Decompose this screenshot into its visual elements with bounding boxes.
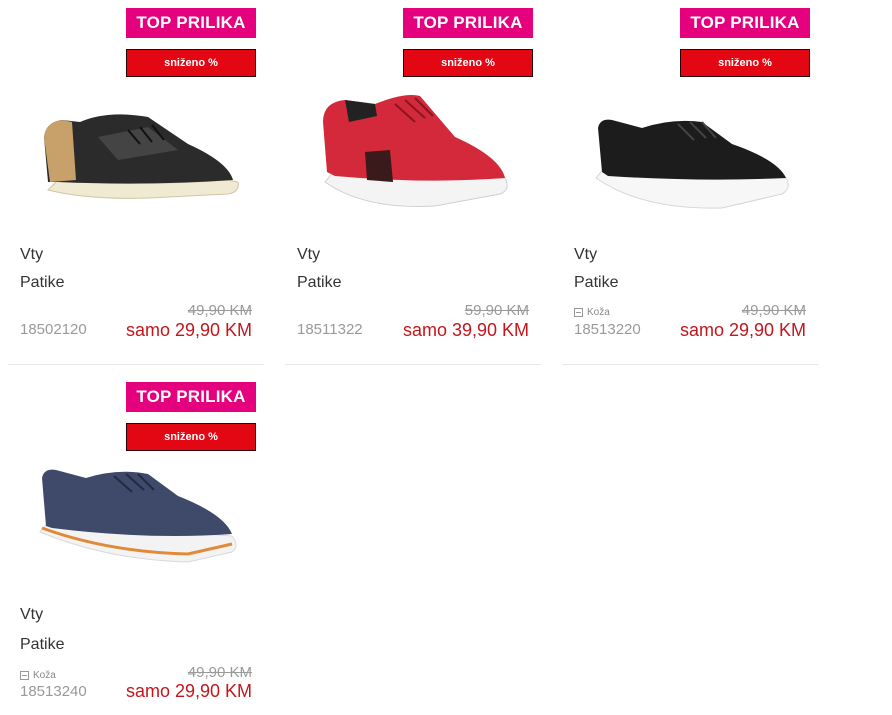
card-divider bbox=[8, 364, 264, 365]
product-sku: 18513220 bbox=[574, 321, 641, 338]
product-category[interactable]: Patike bbox=[20, 636, 64, 654]
product-brand[interactable]: Vty bbox=[297, 246, 320, 264]
old-price: 49,90 KM bbox=[741, 302, 806, 319]
old-price: 59,90 KM bbox=[464, 302, 529, 319]
material-label: Koža bbox=[587, 307, 610, 318]
top-prilika-badge: TOP PRILIKA bbox=[403, 8, 533, 38]
new-price: samo 29,90 KM bbox=[679, 320, 806, 340]
discount-badge: sniženo % bbox=[126, 423, 256, 451]
product-brand[interactable]: Vty bbox=[20, 246, 43, 264]
new-price: samo 29,90 KM bbox=[125, 320, 252, 340]
leather-icon bbox=[574, 307, 583, 317]
product-sku: 18513240 bbox=[20, 683, 87, 700]
product-category[interactable]: Patike bbox=[20, 274, 64, 292]
product-card[interactable]: TOP PRILIKA sniženo % Vty Patike Koža 18… bbox=[562, 0, 818, 366]
old-price: 49,90 KM bbox=[187, 664, 252, 681]
product-category[interactable]: Patike bbox=[574, 274, 618, 292]
leather-icon bbox=[20, 670, 29, 680]
material-tag: Koža bbox=[574, 307, 610, 318]
card-divider bbox=[562, 364, 818, 365]
top-prilika-badge: TOP PRILIKA bbox=[126, 8, 256, 38]
product-image[interactable] bbox=[305, 82, 525, 217]
card-divider bbox=[285, 364, 541, 365]
material-tag: Koža bbox=[20, 670, 56, 681]
product-card[interactable]: TOP PRILIKA sniženo % Vty Patike 1850212… bbox=[8, 0, 264, 366]
top-prilika-badge: TOP PRILIKA bbox=[680, 8, 810, 38]
product-sku: 18502120 bbox=[20, 321, 87, 338]
new-price: samo 39,90 KM bbox=[402, 320, 529, 340]
product-card[interactable]: TOP PRILIKA sniženo % Vty Patike 1851132… bbox=[285, 0, 541, 366]
product-card[interactable]: TOP PRILIKA sniženo % Vty Patike Koža 18… bbox=[8, 374, 264, 715]
material-label: Koža bbox=[33, 670, 56, 681]
product-image[interactable] bbox=[28, 82, 248, 217]
product-category[interactable]: Patike bbox=[297, 274, 341, 292]
top-prilika-badge: TOP PRILIKA bbox=[126, 382, 256, 412]
product-image[interactable] bbox=[28, 456, 248, 591]
product-brand[interactable]: Vty bbox=[20, 606, 43, 624]
discount-badge: sniženo % bbox=[680, 49, 810, 77]
old-price: 49,90 KM bbox=[187, 302, 252, 319]
discount-badge: sniženo % bbox=[126, 49, 256, 77]
product-image[interactable] bbox=[582, 82, 802, 217]
discount-badge: sniženo % bbox=[403, 49, 533, 77]
new-price: samo 29,90 KM bbox=[125, 681, 252, 701]
product-brand[interactable]: Vty bbox=[574, 246, 597, 264]
product-sku: 18511322 bbox=[297, 321, 363, 338]
